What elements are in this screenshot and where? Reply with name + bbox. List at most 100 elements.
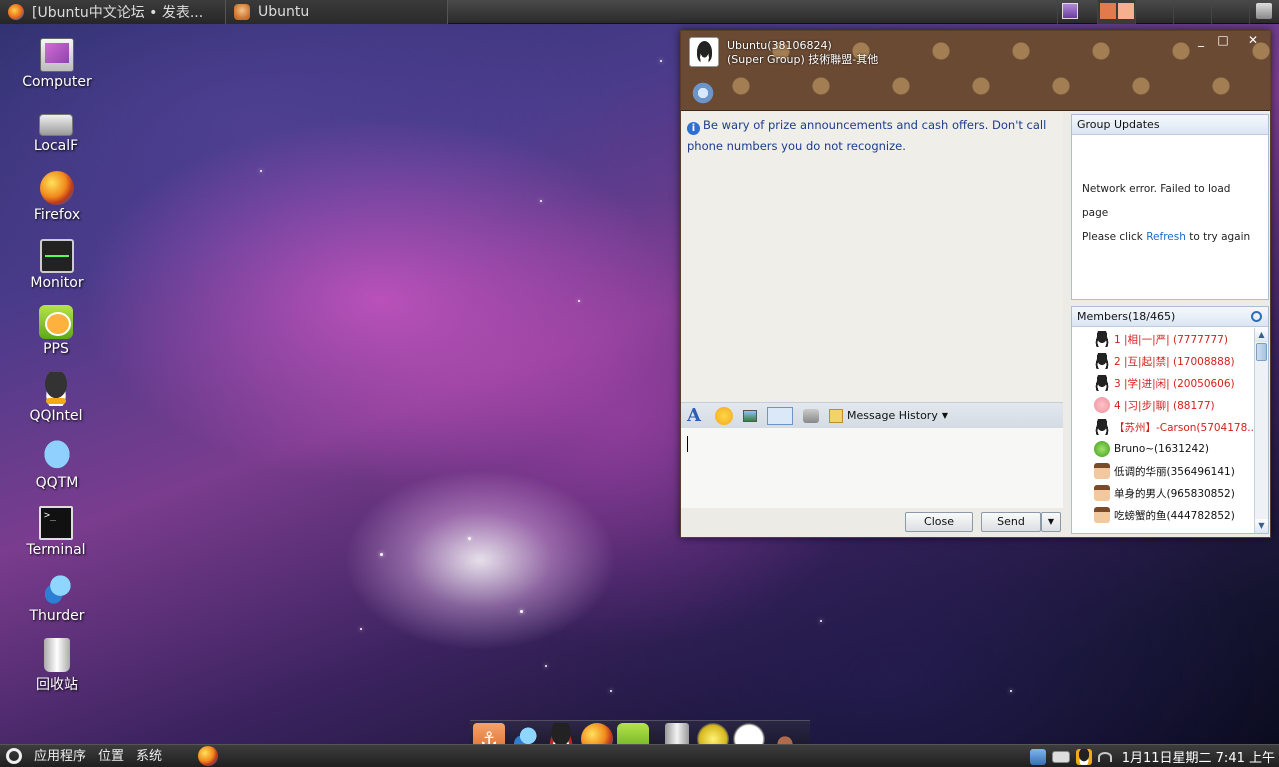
penguin-avatar-icon — [1094, 375, 1110, 391]
scroll-down-icon[interactable]: ▼ — [1255, 519, 1268, 533]
member-row[interactable]: 1 |相|一|严| (7777777) — [1072, 328, 1254, 350]
scroll-up-icon[interactable]: ▲ — [1255, 328, 1268, 342]
desktop-icon-localf[interactable]: LocalF — [11, 104, 101, 154]
desktop-icon-label: LocalF — [33, 138, 79, 154]
window-header: Ubuntu(38106824) (Super Group) 技術聯盟-其他 _… — [681, 31, 1270, 111]
message-toolbar: A Message History ▼ — [681, 402, 1063, 428]
frog-avatar-icon — [1094, 441, 1110, 457]
video-icon[interactable] — [803, 408, 819, 423]
clock[interactable]: 1月11日星期二 7:41 上午 — [1118, 747, 1275, 766]
wifi-icon[interactable] — [1097, 751, 1112, 762]
desktop-icon-computer[interactable]: Computer — [12, 38, 102, 90]
desktop-icon-terminal[interactable]: >_ Terminal — [11, 506, 101, 558]
user-icon — [1256, 3, 1272, 19]
window-title: Ubuntu(38106824) (Super Group) 技術聯盟-其他 — [727, 39, 878, 67]
message-history-button[interactable]: Message History ▼ — [829, 408, 948, 423]
desktop-viewer-button[interactable] — [1057, 0, 1097, 24]
terminal-prompt: >_ — [44, 510, 57, 521]
desktop-icon-label: QQIntel — [29, 408, 83, 424]
member-row[interactable]: 4 |习|步|聊| (88177) — [1072, 394, 1254, 416]
member-row[interactable]: 3 |学|进|闲| (20050606) — [1072, 372, 1254, 394]
history-icon — [829, 408, 843, 423]
message-display[interactable]: i Be wary of prize announcements and cash… — [681, 112, 1063, 402]
top-panel: [Ubuntu中文论坛 • 发表... Ubuntu — [0, 0, 1279, 24]
close-button[interactable]: Close — [905, 512, 973, 532]
member-row[interactable]: 低调的华丽(356496141) — [1072, 460, 1254, 482]
person-avatar-icon — [1094, 485, 1110, 501]
maximize-button[interactable]: □ — [1215, 33, 1231, 47]
close-window-button[interactable]: ✕ — [1245, 33, 1261, 47]
desktop-icon-pps[interactable]: PPS — [11, 305, 101, 357]
workspace-switcher — [1057, 0, 1279, 24]
desktop-icon-label: Computer — [22, 74, 92, 90]
desktop-icon-label: Thurder — [29, 608, 85, 624]
network-icon[interactable] — [1029, 748, 1046, 765]
text-caret — [687, 436, 688, 452]
send-options-button[interactable]: ▼ — [1041, 512, 1061, 532]
firefox-launcher-icon[interactable] — [198, 746, 219, 766]
search-icon[interactable] — [1251, 311, 1262, 322]
qqtm-icon — [40, 439, 74, 473]
send-button[interactable]: Send — [981, 512, 1041, 532]
member-row[interactable]: 【苏州】-Carson(5704178... — [1072, 416, 1254, 438]
ubuntu-logo-icon[interactable] — [6, 748, 22, 764]
group-updates-panel: Group Updates Network error. Failed to l… — [1071, 114, 1269, 300]
member-row[interactable]: Bruno~(1631242) — [1072, 438, 1254, 460]
workspace-1[interactable] — [1097, 0, 1135, 24]
member-scrollbar[interactable]: ▲ ▼ — [1254, 328, 1268, 533]
taskbar-item-forum[interactable]: [Ubuntu中文论坛 • 发表... — [0, 0, 226, 24]
desktop-icon-qqintel[interactable]: QQIntel — [11, 372, 101, 424]
workspace-2[interactable] — [1135, 0, 1173, 24]
people-icon — [234, 3, 250, 20]
message-history-label: Message History — [847, 409, 938, 422]
scroll-thumb[interactable] — [1256, 343, 1267, 361]
workspace-3[interactable] — [1173, 0, 1211, 24]
screenshot-icon[interactable] — [767, 406, 793, 425]
desktop-icon-trash[interactable]: 回收站 — [12, 638, 102, 694]
font-icon[interactable]: A — [687, 406, 705, 425]
minimize-button[interactable]: _ — [1193, 33, 1209, 47]
menu-system[interactable]: 系统 — [130, 745, 168, 767]
star — [260, 170, 262, 172]
desktop-icon-label: Terminal — [26, 542, 86, 558]
desktop-icon-monitor[interactable]: Monitor — [12, 239, 102, 291]
members-panel: Members(18/465) 1 |相|一|严| (7777777) 2 |互|… — [1071, 306, 1269, 534]
star — [380, 553, 383, 556]
keyboard-icon[interactable] — [1051, 750, 1070, 763]
qq-tray-icon[interactable] — [1075, 748, 1092, 765]
member-row[interactable]: 2 |互|起|禁| (17008888) — [1072, 350, 1254, 372]
taskbar-item-ubuntu[interactable]: Ubuntu — [226, 0, 448, 24]
menu-applications[interactable]: 应用程序 — [28, 745, 92, 767]
retry-suffix: to try again — [1185, 231, 1251, 243]
member-name: 吃螃蟹的鱼(444782852) — [1114, 509, 1235, 522]
desktop-icon-label: PPS — [43, 341, 69, 357]
members-header: Members(18/465) — [1072, 307, 1268, 327]
desktop-icon-thurder[interactable]: Thurder — [12, 572, 102, 624]
member-name: 单身的男人(965830852) — [1114, 487, 1235, 500]
desktop-icon-label: Firefox — [33, 207, 81, 223]
user-menu[interactable] — [1249, 0, 1279, 24]
group-name: Ubuntu(38106824) — [727, 39, 832, 52]
star — [610, 690, 612, 692]
desktop-icon-firefox[interactable]: Firefox — [12, 171, 102, 223]
workspace-4[interactable] — [1211, 0, 1249, 24]
star — [545, 665, 547, 667]
taskbar-item-label: Ubuntu — [258, 3, 310, 20]
menu-places[interactable]: 位置 — [92, 745, 130, 767]
thunder-icon — [40, 572, 74, 606]
member-row[interactable]: 单身的男人(965830852) — [1072, 482, 1254, 504]
chevron-down-icon: ▼ — [941, 411, 948, 420]
emoticon-icon[interactable] — [715, 406, 733, 425]
image-icon[interactable] — [743, 409, 757, 422]
member-row[interactable]: 吃螃蟹的鱼(444782852) — [1072, 504, 1254, 526]
firefox-icon — [40, 171, 74, 205]
group-avatar[interactable] — [689, 37, 719, 67]
group-updates-title: Group Updates — [1072, 115, 1268, 135]
refresh-link[interactable]: Refresh — [1146, 231, 1186, 243]
group-settings-icon[interactable] — [691, 81, 715, 105]
retry-text: Please click Refresh to try again — [1082, 225, 1258, 249]
penguin-avatar-icon — [1094, 331, 1110, 347]
desktop-icon-qqtm[interactable]: QQTM — [12, 439, 102, 491]
terminal-icon: >_ — [39, 506, 73, 540]
message-input[interactable] — [681, 428, 1063, 508]
